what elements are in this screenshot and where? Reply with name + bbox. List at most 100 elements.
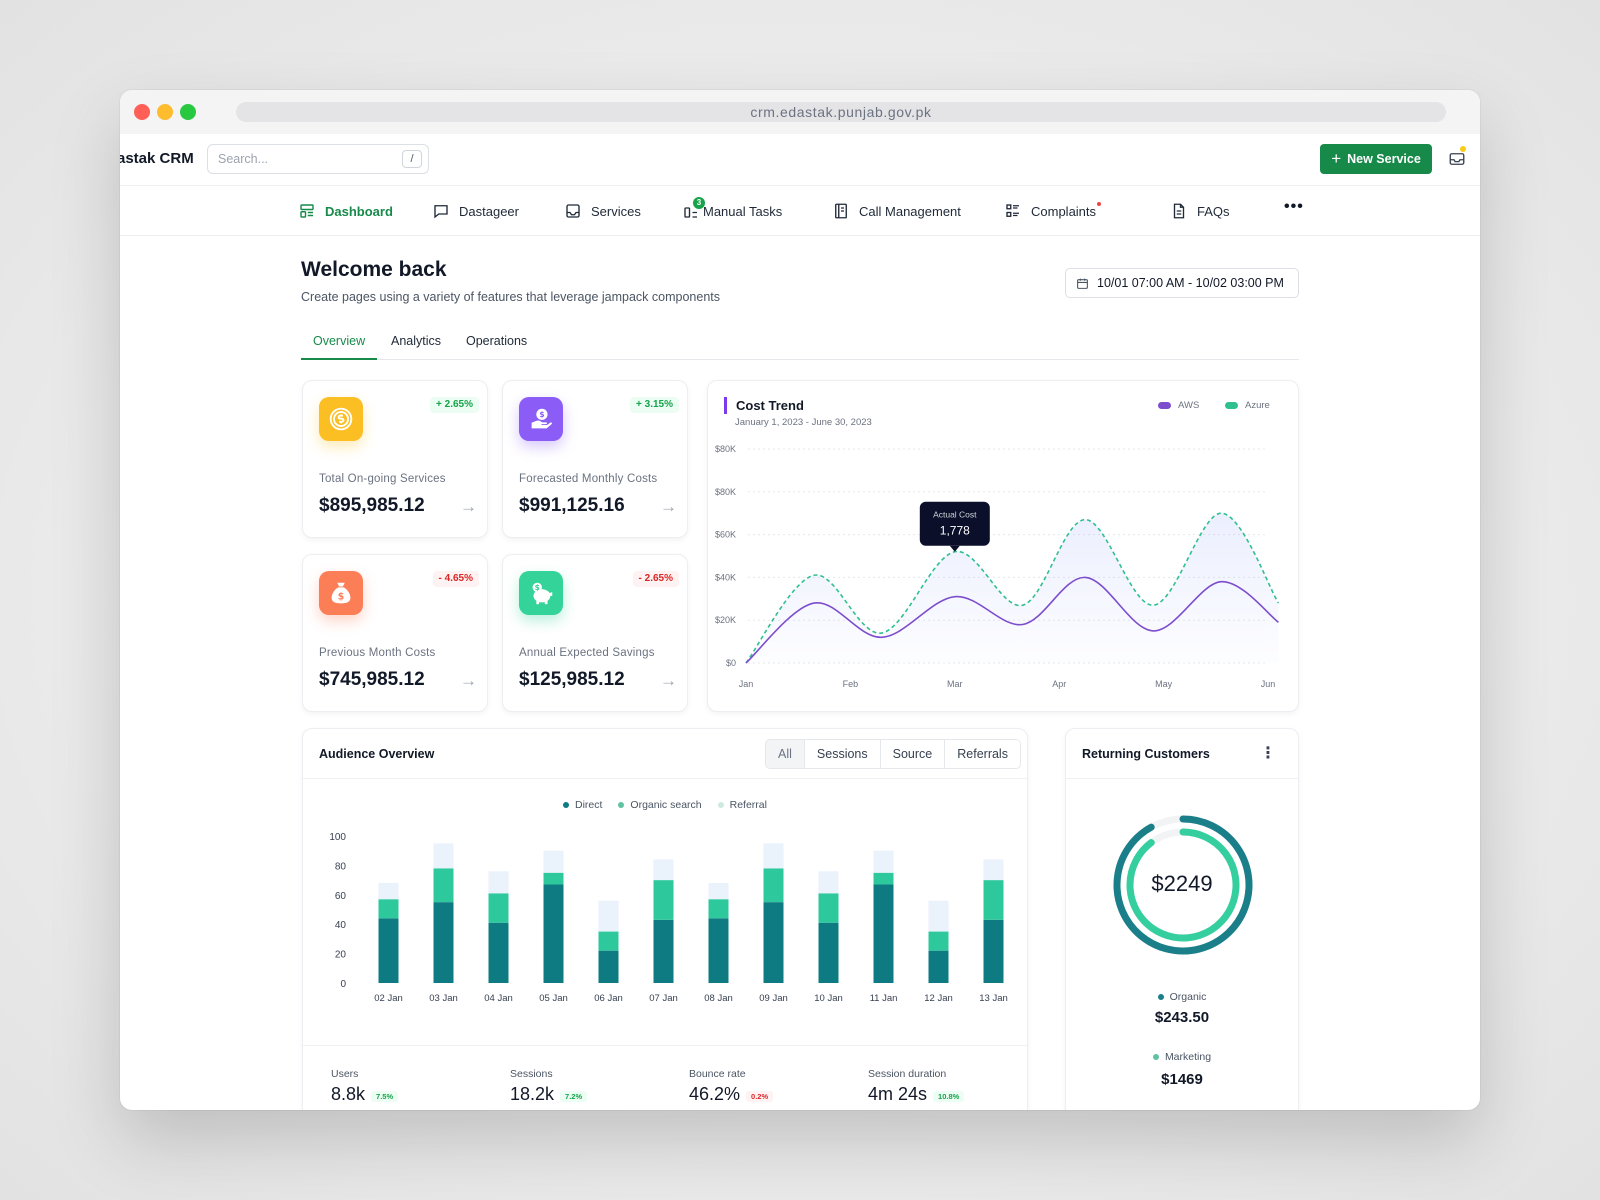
bar-organic-search bbox=[873, 872, 894, 885]
x-tick-label: Jun bbox=[1261, 679, 1276, 689]
arrow-right-icon[interactable]: → bbox=[660, 497, 677, 517]
arrow-right-icon[interactable]: → bbox=[460, 671, 477, 691]
stat-card-previous-costs[interactable]: $ - 4.65% Previous Month Costs $745,985.… bbox=[302, 554, 488, 712]
page-title: Welcome back bbox=[301, 258, 447, 281]
azure-area bbox=[746, 513, 1279, 663]
nav-manual-tasks[interactable]: 3 Manual Tasks bbox=[682, 186, 782, 236]
notification-dot bbox=[1460, 146, 1466, 152]
tab-analytics[interactable]: Analytics bbox=[379, 328, 453, 360]
legend-label: Marketing bbox=[1164, 1051, 1212, 1063]
bar-referral bbox=[763, 843, 784, 869]
x-tick-label: 11 Jan bbox=[870, 993, 898, 1004]
nav-dashboard[interactable]: Dashboard bbox=[298, 186, 393, 236]
nav-services[interactable]: Services bbox=[564, 186, 641, 236]
x-tick-label: 03 Jan bbox=[429, 993, 458, 1004]
x-tick-label: Feb bbox=[843, 679, 859, 689]
money-hand-icon: $ bbox=[531, 408, 552, 429]
stat-value: $895,985.12 bbox=[319, 495, 425, 516]
nav-faqs[interactable]: FAQs bbox=[1170, 186, 1230, 236]
x-tick-label: May bbox=[1155, 679, 1173, 689]
stat-change-badge: - 4.65% bbox=[432, 571, 479, 587]
piggy-bank-icon: $ bbox=[532, 582, 553, 605]
kebab-menu-icon[interactable]: ⋮ bbox=[1260, 743, 1276, 763]
bar-organic-search bbox=[818, 893, 839, 923]
y-tick-label: 80 bbox=[335, 861, 347, 872]
audience-overview-card: Audience Overview All Sessions Source Re… bbox=[302, 728, 1028, 1110]
arrow-right-icon[interactable]: → bbox=[660, 671, 677, 691]
stat-label: Total On-going Services bbox=[319, 473, 446, 485]
kpi-sessions: Sessions 18.2k 7.2% bbox=[510, 1068, 588, 1105]
manual-tasks-badge: 3 bbox=[693, 197, 705, 209]
tab-operations[interactable]: Operations bbox=[454, 328, 539, 360]
stat-icon-box bbox=[319, 397, 363, 441]
bar-referral bbox=[543, 850, 564, 873]
nav-dastageer[interactable]: Dastageer bbox=[432, 186, 519, 236]
audience-bar-chart: 0 20 40 60 80 100 02 Jan 03 Jan 04 Jan 05 Jan 06 J… bbox=[329, 832, 1008, 1004]
minimize-window-button[interactable] bbox=[157, 104, 173, 120]
x-tick-label: Apr bbox=[1052, 679, 1066, 689]
x-tick-label: 13 Jan bbox=[979, 993, 1008, 1004]
nav-call-management-label: Call Management bbox=[859, 203, 961, 219]
stat-value: $125,985.12 bbox=[519, 669, 625, 690]
nav-call-management[interactable]: Call Management bbox=[832, 186, 961, 236]
y-tick-label: $40K bbox=[715, 572, 736, 582]
legend-item-marketing: Marketing bbox=[1066, 1051, 1298, 1063]
kpi-change-badge: 7.5% bbox=[371, 1091, 399, 1102]
search-box[interactable]: / bbox=[207, 144, 429, 174]
inbox-icon[interactable] bbox=[1448, 150, 1466, 168]
more-menu-icon[interactable]: ••• bbox=[1284, 198, 1304, 216]
nav-complaints[interactable]: Complaints bbox=[1004, 186, 1102, 236]
x-tick-label: 07 Jan bbox=[649, 993, 678, 1004]
bar-referral bbox=[653, 859, 674, 881]
arrow-right-icon[interactable]: → bbox=[460, 497, 477, 517]
chat-icon bbox=[434, 205, 448, 219]
tooltip-label: Actual Cost bbox=[933, 510, 977, 520]
kpi-label: Bounce rate bbox=[689, 1068, 746, 1080]
nav-dashboard-label: Dashboard bbox=[325, 203, 393, 219]
x-tick-label: 05 Jan bbox=[539, 993, 568, 1004]
bar-direct bbox=[928, 950, 949, 983]
bar-referral bbox=[598, 900, 619, 932]
app-brand[interactable]: astak CRM bbox=[120, 150, 194, 167]
stat-card-expected-savings[interactable]: $ - 2.65% Annual Expected Savings $125,9… bbox=[502, 554, 688, 712]
bar-organic-search bbox=[378, 899, 399, 919]
returning-customers-title: Returning Customers bbox=[1082, 747, 1210, 761]
calendar-icon bbox=[1077, 278, 1088, 289]
dashboard-icon bbox=[300, 204, 314, 218]
kpi-value: 18.2k bbox=[510, 1084, 555, 1104]
new-service-button[interactable]: + New Service bbox=[1320, 144, 1432, 174]
list-icon bbox=[1006, 204, 1019, 217]
tooltip: Actual Cost 1,778 bbox=[919, 501, 990, 552]
maximize-window-button[interactable] bbox=[180, 104, 196, 120]
svg-text:$: $ bbox=[539, 410, 544, 419]
stat-icon-box: $ bbox=[319, 571, 363, 615]
stat-label: Previous Month Costs bbox=[319, 647, 436, 659]
tooltip-value: 1,778 bbox=[940, 524, 970, 538]
kpi-label: Users bbox=[331, 1068, 359, 1080]
returning-customers-card: Returning Customers ⋮ $2249 Organic $243… bbox=[1065, 728, 1299, 1110]
nav-dastageer-label: Dastageer bbox=[459, 203, 519, 219]
bar-organic-search bbox=[763, 868, 784, 903]
bar-direct bbox=[873, 884, 894, 983]
stat-card-total-services[interactable]: + 2.65% Total On-going Services $895,985… bbox=[302, 380, 488, 538]
tab-overview[interactable]: Overview bbox=[301, 328, 378, 360]
stat-card-forecasted-costs[interactable]: $ + 3.15% Forecasted Monthly Costs $991,… bbox=[502, 380, 688, 538]
cost-trend-chart: $0 $20K $40K $60K $80K $80K Jan Feb Mar Apr May Jun… bbox=[715, 444, 1280, 689]
marketing-value: $1469 bbox=[1161, 1071, 1203, 1088]
tooltip-pointer bbox=[949, 545, 960, 552]
inbox-icon bbox=[566, 204, 580, 218]
nav-services-label: Services bbox=[591, 203, 641, 219]
y-tick-label: 40 bbox=[335, 920, 347, 931]
bar-referral bbox=[378, 883, 399, 900]
y-tick-label: $80K bbox=[715, 487, 736, 497]
search-input[interactable] bbox=[208, 145, 388, 173]
legend-dot bbox=[1157, 994, 1164, 1001]
bar-referral bbox=[928, 900, 949, 932]
bar-direct bbox=[488, 922, 509, 983]
close-window-button[interactable] bbox=[134, 104, 150, 120]
date-range-picker[interactable]: 10/01 07:00 AM - 10/02 03:00 PM bbox=[1065, 268, 1299, 298]
search-shortcut-key: / bbox=[402, 150, 422, 168]
address-bar[interactable]: crm.edastak.punjab.gov.pk bbox=[236, 102, 1446, 122]
bar-direct bbox=[763, 902, 784, 983]
bar-direct bbox=[653, 919, 674, 983]
